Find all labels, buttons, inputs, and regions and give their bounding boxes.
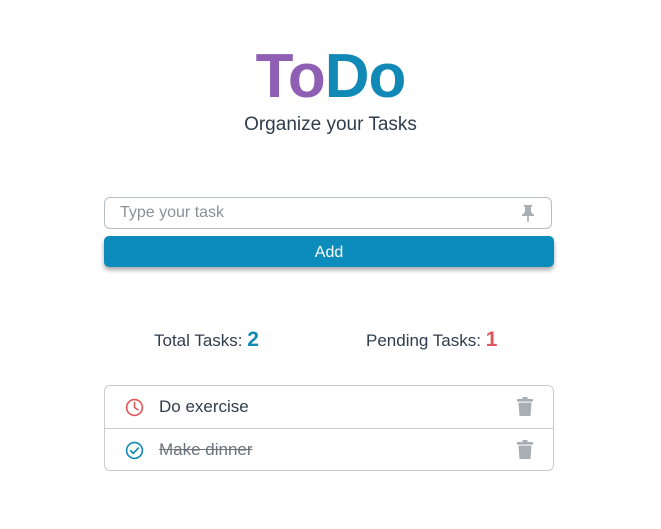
pending-tasks-count: 1: [485, 328, 498, 351]
logo-part-do: Do: [324, 42, 407, 111]
total-tasks-label: Total Tasks:: [154, 331, 243, 350]
add-task-button[interactable]: Add: [104, 236, 554, 267]
total-tasks-stat: Total Tasks: 2: [154, 328, 259, 352]
task-text: Make dinner: [159, 440, 253, 459]
task-text: Do exercise: [159, 397, 249, 416]
check-circle-icon[interactable]: [125, 441, 144, 460]
todo-app: ToDo Organize your Tasks Add Total Tasks…: [0, 0, 661, 529]
app-logo: ToDo: [0, 44, 661, 110]
trash-icon[interactable]: [517, 440, 533, 459]
pending-tasks-stat: Pending Tasks: 1: [366, 328, 497, 352]
task-item: Make dinner: [105, 428, 553, 470]
app-subtitle: Organize your Tasks: [244, 114, 417, 135]
task-list: Do exercise Make dinner: [104, 385, 554, 471]
clock-icon[interactable]: [125, 398, 144, 417]
pin-icon: [522, 205, 534, 222]
task-item: Do exercise: [105, 386, 553, 428]
logo-part-to: To: [255, 42, 326, 111]
task-input[interactable]: [105, 198, 510, 228]
total-tasks-count: 2: [247, 328, 259, 351]
task-input-wrapper: [104, 197, 552, 229]
pending-tasks-label: Pending Tasks:: [366, 331, 481, 350]
trash-icon[interactable]: [517, 397, 533, 416]
